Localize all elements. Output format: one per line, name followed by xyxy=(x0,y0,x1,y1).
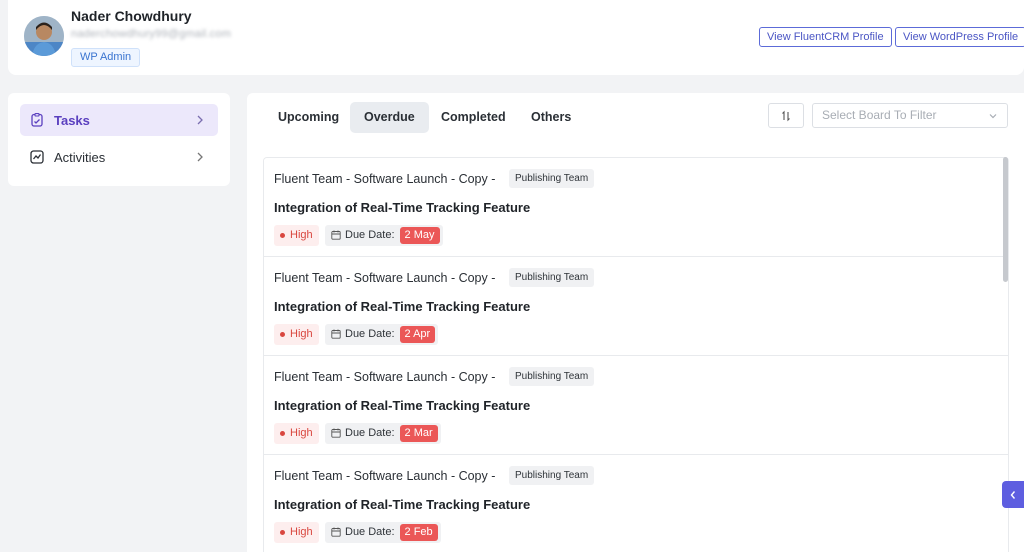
chevron-right-icon xyxy=(194,151,206,163)
sort-arrows-icon xyxy=(782,110,790,121)
activity-chart-icon xyxy=(30,150,44,164)
team-badge: Publishing Team xyxy=(509,367,595,386)
due-date-badge: Due Date: 2 Feb xyxy=(325,522,441,543)
due-date-value: 2 Feb xyxy=(399,524,438,541)
calendar-icon xyxy=(331,329,341,339)
sidebar: Tasks Activities xyxy=(8,93,230,186)
board-filter-select[interactable]: Select Board To Filter xyxy=(812,103,1008,128)
task-card[interactable]: Fluent Team - Software Launch - Copy - P… xyxy=(264,356,1008,455)
task-board-path: Fluent Team - Software Launch - Copy - xyxy=(274,172,496,186)
task-title[interactable]: Integration of Real-Time Tracking Featur… xyxy=(274,398,530,413)
priority-dot-icon xyxy=(280,332,285,337)
calendar-icon xyxy=(331,428,341,438)
priority-label: High xyxy=(290,229,313,241)
priority-dot-icon xyxy=(280,233,285,238)
chevron-right-icon xyxy=(194,114,206,126)
task-card[interactable]: Fluent Team - Software Launch - Copy - P… xyxy=(264,455,1008,552)
tab-overdue[interactable]: Overdue xyxy=(350,102,429,133)
profile-header: Nader Chowdhury naderchowdhury99@gmail.c… xyxy=(8,0,1024,75)
task-card[interactable]: Fluent Team - Software Launch - Copy - P… xyxy=(264,158,1008,257)
sidebar-item-label: Activities xyxy=(54,149,106,165)
tasks-panel: Upcoming Overdue Completed Others Select… xyxy=(247,93,1024,552)
task-title[interactable]: Integration of Real-Time Tracking Featur… xyxy=(274,299,530,314)
priority-dot-icon xyxy=(280,431,285,436)
clipboard-icon xyxy=(30,113,44,127)
due-date-label: Due Date: xyxy=(345,229,395,241)
avatar xyxy=(24,16,64,56)
chevron-down-icon xyxy=(988,111,998,121)
priority-label: High xyxy=(290,328,313,340)
role-badge: WP Admin xyxy=(71,48,141,67)
priority-dot-icon xyxy=(280,530,285,535)
task-title[interactable]: Integration of Real-Time Tracking Featur… xyxy=(274,497,530,512)
calendar-icon xyxy=(331,230,341,240)
sidebar-item-label: Tasks xyxy=(54,112,90,128)
task-board-path: Fluent Team - Software Launch - Copy - xyxy=(274,370,496,384)
task-board-path: Fluent Team - Software Launch - Copy - xyxy=(274,271,496,285)
due-date-label: Due Date: xyxy=(345,427,395,439)
tab-completed[interactable]: Completed xyxy=(427,102,520,133)
priority-label: High xyxy=(290,526,313,538)
priority-badge: High xyxy=(274,324,319,345)
sort-button[interactable] xyxy=(768,103,804,128)
team-badge: Publishing Team xyxy=(509,466,595,485)
team-badge: Publishing Team xyxy=(509,169,595,188)
task-board-path: Fluent Team - Software Launch - Copy - xyxy=(274,469,496,483)
sidebar-item-activities[interactable]: Activities xyxy=(20,141,218,173)
due-date-badge: Due Date: 2 Mar xyxy=(325,423,441,444)
view-wordpress-profile-button[interactable]: View WordPress Profile xyxy=(895,27,1024,47)
team-badge: Publishing Team xyxy=(509,268,595,287)
panel-toggle-button[interactable] xyxy=(1002,481,1024,508)
tab-others[interactable]: Others xyxy=(517,102,585,133)
board-filter-placeholder: Select Board To Filter xyxy=(822,108,937,122)
due-date-value: 2 May xyxy=(399,227,440,244)
due-date-label: Due Date: xyxy=(345,328,395,340)
task-list: Fluent Team - Software Launch - Copy - P… xyxy=(263,157,1009,552)
priority-label: High xyxy=(290,427,313,439)
sidebar-item-tasks[interactable]: Tasks xyxy=(20,104,218,136)
user-email: naderchowdhury99@gmail.com xyxy=(71,28,232,40)
due-date-value: 2 Mar xyxy=(399,425,438,442)
task-list-scrollbar[interactable] xyxy=(1003,157,1008,282)
task-card[interactable]: Fluent Team - Software Launch - Copy - P… xyxy=(264,257,1008,356)
task-title[interactable]: Integration of Real-Time Tracking Featur… xyxy=(274,200,530,215)
due-date-badge: Due Date: 2 May xyxy=(325,225,443,246)
tab-upcoming[interactable]: Upcoming xyxy=(264,102,353,133)
priority-badge: High xyxy=(274,522,319,543)
due-date-value: 2 Apr xyxy=(399,326,436,343)
chevron-left-icon xyxy=(1010,490,1016,499)
priority-badge: High xyxy=(274,423,319,444)
calendar-icon xyxy=(331,527,341,537)
priority-badge: High xyxy=(274,225,319,246)
user-name: Nader Chowdhury xyxy=(71,8,192,24)
avatar-image xyxy=(24,16,64,56)
view-fluentcrm-profile-button[interactable]: View FluentCRM Profile xyxy=(759,27,892,47)
due-date-label: Due Date: xyxy=(345,526,395,538)
due-date-badge: Due Date: 2 Apr xyxy=(325,324,439,345)
